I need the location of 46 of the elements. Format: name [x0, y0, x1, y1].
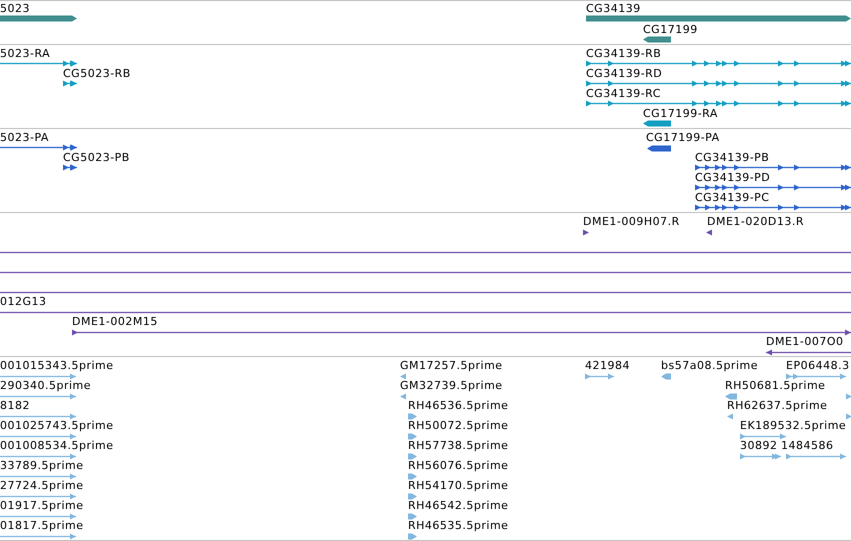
- feature-label: CG5023-RB: [63, 67, 131, 80]
- feature-label: 421984: [585, 359, 630, 372]
- feature-label: GM17257.5prime: [400, 359, 503, 372]
- feature-label: 8182: [0, 399, 30, 412]
- feature-label: RH56076.5prime: [408, 459, 508, 472]
- feature-label: 1484586: [781, 439, 834, 452]
- feature-label: 01917.5prime: [0, 499, 84, 512]
- feature-label: RH46542.5prime: [408, 499, 508, 512]
- feature-label: CG34139-PD: [695, 171, 770, 184]
- feature-label: GM32739.5prime: [400, 379, 503, 392]
- feature-label: EP06448.3: [786, 359, 850, 372]
- feature-label: CG17199-PA: [646, 131, 720, 144]
- feature-label: 01817.5prime: [0, 519, 84, 532]
- feature-label: 001008534.5prime: [0, 439, 114, 452]
- feature-label: RH46535.5prime: [408, 519, 508, 532]
- feature-label: 33789.5prime: [0, 459, 84, 472]
- feature-label: RH50072.5prime: [408, 419, 508, 432]
- feature-label: 5023: [0, 2, 30, 15]
- feature-label: 001015343.5prime: [0, 359, 114, 372]
- feature-label: 290340.5prime: [0, 379, 92, 392]
- feature-label: 012G13: [0, 295, 47, 308]
- feature-label: RH46536.5prime: [408, 399, 508, 412]
- feature-label: DME1-020D13.R: [707, 215, 804, 228]
- feature-label: CG34139: [586, 2, 641, 15]
- feature-label: 5023-RA: [0, 47, 50, 60]
- feature-label: RH54170.5prime: [408, 479, 508, 492]
- feature-label: CG5023-PB: [63, 151, 130, 164]
- feature-label: CG34139-PC: [695, 191, 770, 204]
- feature-label: RH62637.5prime: [727, 399, 828, 412]
- feature-label: bs57a08.5prime: [661, 359, 758, 372]
- feature-label: CG17199: [643, 23, 698, 36]
- feature-label: CG34139-RB: [586, 47, 662, 60]
- feature-label: RH57738.5prime: [408, 439, 508, 452]
- feature-label: RH50681.5prime: [725, 379, 826, 392]
- feature-label: 30892: [740, 439, 778, 452]
- feature-label: CG17199-RA: [643, 107, 718, 120]
- feature-label: CG34139-RD: [586, 67, 662, 80]
- feature-label: CG34139-PB: [695, 151, 770, 164]
- feature-label: DME1-007O0: [766, 335, 844, 348]
- feature-label: DME1-009H07.R: [583, 215, 680, 228]
- feature-label: 5023-PA: [0, 131, 49, 144]
- feature-label: 001025743.5prime: [0, 419, 114, 432]
- feature-label: CG34139-RC: [586, 87, 661, 100]
- feature-label: 27724.5prime: [0, 479, 84, 492]
- feature-label: EK189532.5prime: [740, 419, 846, 432]
- feature-label: DME1-002M15: [72, 315, 158, 328]
